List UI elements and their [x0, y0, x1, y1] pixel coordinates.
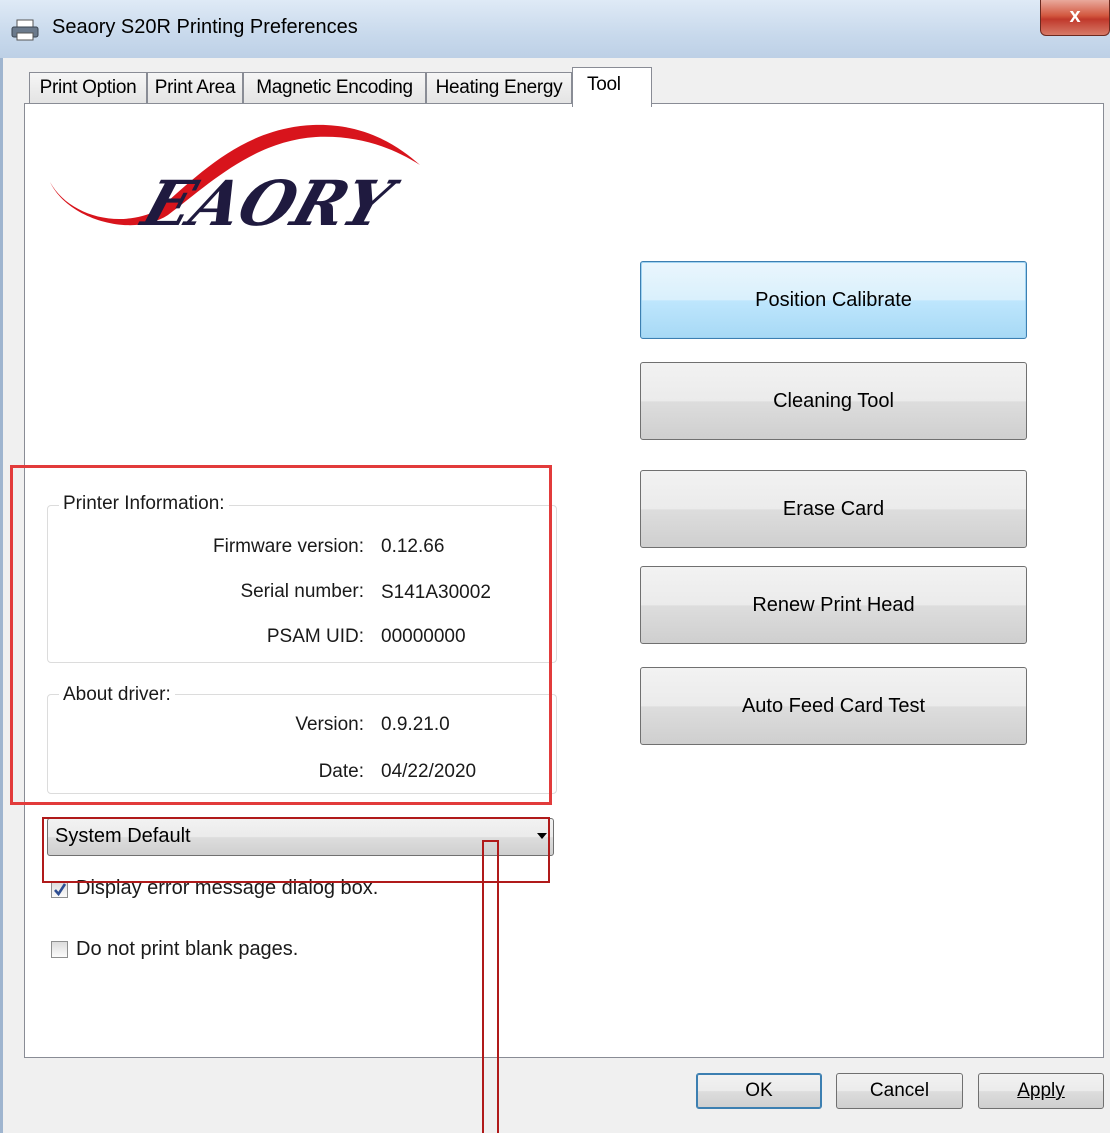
- display-error-label[interactable]: Display error message dialog box.: [76, 877, 378, 900]
- no-blank-pages-checkbox[interactable]: [51, 941, 68, 958]
- about-driver-title: About driver:: [59, 684, 175, 706]
- serial-number-label: Serial number:: [240, 581, 364, 602]
- position-calibrate-button[interactable]: Position Calibrate: [640, 261, 1027, 339]
- chevron-down-icon[interactable]: [537, 833, 547, 839]
- display-error-checkbox[interactable]: [51, 881, 68, 898]
- firmware-version-value: 0.12.66: [381, 536, 445, 557]
- psam-uid-label: PSAM UID:: [266, 626, 364, 647]
- driver-version-value: 0.9.21.0: [381, 714, 450, 735]
- apply-button[interactable]: Apply: [978, 1073, 1104, 1109]
- driver-version-label: Version:: [295, 714, 364, 735]
- cleaning-tool-button[interactable]: Cleaning Tool: [640, 362, 1027, 440]
- printer-icon: [11, 19, 39, 41]
- renew-print-head-button[interactable]: Renew Print Head: [640, 566, 1027, 644]
- window-title: Seaory S20R Printing Preferences: [52, 16, 358, 38]
- cancel-button[interactable]: Cancel: [836, 1073, 963, 1109]
- tab-print-option[interactable]: Print Option: [29, 72, 147, 104]
- tab-print-area[interactable]: Print Area: [147, 72, 243, 104]
- window-border: [0, 58, 3, 1133]
- auto-feed-card-test-button[interactable]: Auto Feed Card Test: [640, 667, 1027, 745]
- tab-tool[interactable]: Tool: [572, 67, 652, 107]
- title-bar: Seaory S20R Printing Preferences x: [0, 0, 1110, 58]
- firmware-version-label: Firmware version:: [213, 536, 364, 557]
- driver-date-label: Date:: [318, 761, 364, 782]
- close-icon: x: [1069, 5, 1081, 27]
- tab-heating-energy[interactable]: Heating Energy: [426, 72, 572, 104]
- checkmark-icon: [54, 883, 67, 897]
- logo-text: EAORY: [132, 167, 406, 230]
- tab-magnetic-encoding[interactable]: Magnetic Encoding: [243, 72, 426, 104]
- psam-uid-value: 00000000: [381, 626, 466, 647]
- ok-button[interactable]: OK: [696, 1073, 822, 1109]
- seaory-logo: EAORY: [50, 124, 420, 230]
- language-select[interactable]: System Default: [47, 818, 554, 856]
- erase-card-button[interactable]: Erase Card: [640, 470, 1027, 548]
- close-button[interactable]: x: [1040, 0, 1110, 36]
- printer-information-title: Printer Information:: [59, 493, 229, 515]
- serial-number-value: S141A30002: [381, 582, 491, 603]
- no-blank-pages-label[interactable]: Do not print blank pages.: [76, 938, 298, 961]
- driver-date-value: 04/22/2020: [381, 761, 477, 782]
- language-select-value: System Default: [55, 825, 191, 847]
